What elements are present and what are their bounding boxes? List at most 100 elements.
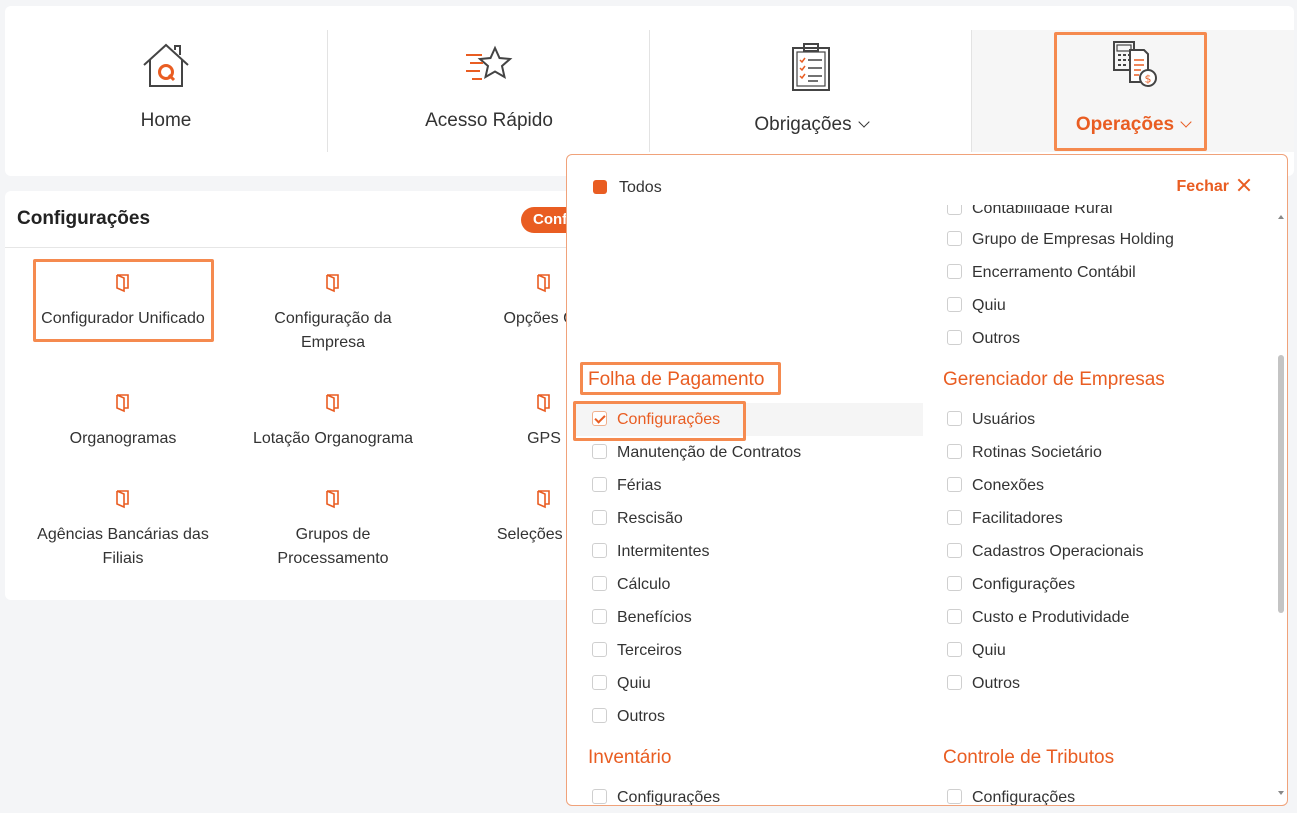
book-icon xyxy=(537,274,550,293)
option-label: Custo e Produtividade xyxy=(972,609,1130,626)
nav-home-label: Home xyxy=(140,110,192,131)
checkbox[interactable] xyxy=(592,609,607,624)
nav-obligations[interactable]: Obrigações xyxy=(650,30,972,152)
nav-quick-access[interactable]: Acesso Rápido xyxy=(328,30,650,152)
configuracoes-card: Configurações Configurações Configurador… xyxy=(5,191,605,600)
option-terceiros[interactable]: Terceiros xyxy=(592,640,682,662)
option-intermitentes[interactable]: Intermitentes xyxy=(592,541,709,563)
option-label: Encerramento Contábil xyxy=(972,264,1136,281)
tile-label: Configuração da Empresa xyxy=(274,310,392,351)
option-label: Configurações xyxy=(617,411,721,428)
option-custo-produtividade[interactable]: Custo e Produtividade xyxy=(947,607,1129,629)
checkbox[interactable] xyxy=(592,543,607,558)
close-icon xyxy=(1237,178,1251,192)
book-icon xyxy=(537,490,550,509)
checkbox[interactable] xyxy=(592,675,607,690)
select-all-label: Todos xyxy=(619,179,662,196)
option-grupo-holding[interactable]: Grupo de Empresas Holding xyxy=(947,229,1174,251)
option-gerenciador-configuracoes[interactable]: Configurações xyxy=(947,574,1075,596)
checkbox[interactable] xyxy=(947,675,962,690)
option-quiu[interactable]: Quiu xyxy=(947,295,1006,317)
option-facilitadores[interactable]: Facilitadores xyxy=(947,508,1063,530)
option-label: Terceiros xyxy=(617,642,682,659)
book-icon xyxy=(116,394,129,413)
option-label: Cálculo xyxy=(617,576,671,593)
checkbox[interactable] xyxy=(947,789,962,804)
nav-home[interactable]: Home xyxy=(5,30,327,152)
select-all-checkbox[interactable] xyxy=(593,180,607,194)
nav-operations[interactable]: $ Operações xyxy=(972,30,1294,152)
tile-lotacao-organograma[interactable]: Lotação Organograma xyxy=(228,393,438,451)
tile-label: Organogramas xyxy=(69,430,177,447)
page-title: Configurações xyxy=(17,208,151,229)
option-tributos-configuracoes[interactable]: Configurações xyxy=(947,787,1075,805)
tile-label: Grupos de Processamento xyxy=(277,526,389,567)
option-usuarios[interactable]: Usuários xyxy=(947,409,1035,431)
checkbox[interactable] xyxy=(592,510,607,525)
option-beneficios[interactable]: Benefícios xyxy=(592,607,692,629)
tile-agencias-bancarias[interactable]: Agências Bancárias das Filiais xyxy=(18,489,228,571)
checkbox[interactable] xyxy=(947,205,962,215)
option-label: Configurações xyxy=(972,576,1076,593)
option-label: Quiu xyxy=(617,675,651,692)
option-rotinas-societario[interactable]: Rotinas Societário xyxy=(947,442,1102,464)
option-gerenciador-outros[interactable]: Outros xyxy=(947,673,1020,695)
house-icon xyxy=(143,43,189,87)
option-inventario-configuracoes[interactable]: Configurações xyxy=(592,787,720,805)
option-manutencao-contratos[interactable]: Manutenção de Contratos xyxy=(592,442,801,464)
checkbox[interactable] xyxy=(592,477,607,492)
section-title-inventario: Inventário xyxy=(588,747,672,768)
checkbox[interactable] xyxy=(947,231,962,246)
book-icon xyxy=(116,274,129,293)
checkbox[interactable] xyxy=(947,576,962,591)
option-label: Outros xyxy=(972,675,1021,692)
tile-configurador-unificado[interactable]: Configurador Unificado xyxy=(18,273,228,331)
option-calculo[interactable]: Cálculo xyxy=(592,574,670,596)
checkbox[interactable] xyxy=(947,543,962,558)
option-label: Quiu xyxy=(972,642,1006,659)
option-conexoes[interactable]: Conexões xyxy=(947,475,1044,497)
scroll-up-arrow-icon[interactable] xyxy=(1278,215,1284,219)
tile-label: Agências Bancárias das Filiais xyxy=(37,526,209,567)
option-gerenciador-quiu[interactable]: Quiu xyxy=(947,640,1006,662)
scroll-down-arrow-icon[interactable] xyxy=(1278,791,1284,795)
option-encerramento-contabil[interactable]: Encerramento Contábil xyxy=(947,262,1136,284)
chevron-down-icon xyxy=(1180,116,1192,128)
checkbox[interactable] xyxy=(947,477,962,492)
select-all-option[interactable]: Todos xyxy=(593,179,662,197)
checkbox[interactable] xyxy=(592,708,607,723)
book-icon xyxy=(326,394,339,413)
option-outros[interactable]: Outros xyxy=(947,328,1020,350)
checkbox[interactable] xyxy=(947,444,962,459)
option-ferias[interactable]: Férias xyxy=(592,475,661,497)
checkbox[interactable] xyxy=(947,411,962,426)
checkbox[interactable] xyxy=(592,444,607,459)
checkbox-checked[interactable] xyxy=(592,411,607,426)
tile-grupos-processamento[interactable]: Grupos de Processamento xyxy=(228,489,438,571)
dropdown-scroll-area[interactable]: Contabilidade Rural Grupo de Empresas Ho… xyxy=(567,205,1273,805)
section-title-folha: Folha de Pagamento xyxy=(588,369,765,390)
checkbox[interactable] xyxy=(947,609,962,624)
checkbox[interactable] xyxy=(947,642,962,657)
checkbox[interactable] xyxy=(592,576,607,591)
checkbox[interactable] xyxy=(947,330,962,345)
checkbox[interactable] xyxy=(947,510,962,525)
option-rescisao[interactable]: Rescisão xyxy=(592,508,683,530)
checkbox[interactable] xyxy=(592,789,607,804)
checkbox[interactable] xyxy=(947,297,962,312)
option-folha-quiu[interactable]: Quiu xyxy=(592,673,651,695)
option-label: Grupo de Empresas Holding xyxy=(972,231,1174,248)
operations-dropdown: Todos Fechar Contabilidade Rural Grupo d… xyxy=(566,154,1288,806)
calculator-money-icon: $ xyxy=(1113,41,1157,87)
checkbox[interactable] xyxy=(592,642,607,657)
close-button[interactable]: Fechar xyxy=(1177,178,1251,196)
option-folha-outros[interactable]: Outros xyxy=(592,706,665,728)
scrollbar-thumb[interactable] xyxy=(1278,355,1284,613)
tile-configuracao-empresa[interactable]: Configuração da Empresa xyxy=(228,273,438,355)
tile-organogramas[interactable]: Organogramas xyxy=(18,393,228,451)
option-contabilidade-rural[interactable]: Contabilidade Rural xyxy=(947,205,1113,220)
option-cadastros-operacionais[interactable]: Cadastros Operacionais xyxy=(947,541,1144,563)
option-folha-configuracoes[interactable]: Configurações xyxy=(592,409,720,431)
option-label: Quiu xyxy=(972,297,1006,314)
checkbox[interactable] xyxy=(947,264,962,279)
